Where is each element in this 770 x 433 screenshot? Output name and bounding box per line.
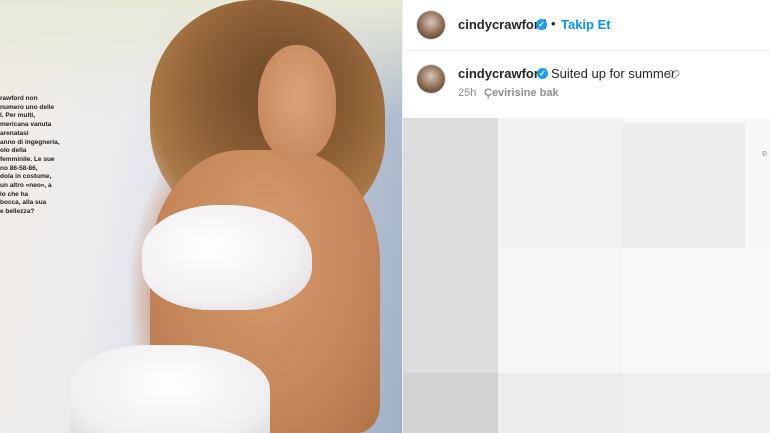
see-translation-link[interactable]: Çevirisine bak [484,87,559,99]
avatar[interactable] [417,11,445,39]
caption-time: 25h [458,87,477,99]
follow-button[interactable]: Takip Et [561,17,611,32]
post-header: cindycrawford ✓ • Takip Et [403,0,770,51]
photo-swimsuit-bottom [70,345,270,433]
like-comment-icon[interactable] [668,68,680,80]
caption-text: Suited up for summer [551,66,676,81]
caption-verified-badge-icon: ✓ [537,68,548,79]
magazine-text: rawford non numero uno delle l. Per mult… [0,95,60,216]
header-username[interactable]: cindycrawford [458,17,547,32]
caption-avatar[interactable] [417,65,445,93]
edge-text-fragment: e [762,148,768,158]
blurred-comments-area [403,118,770,433]
post-photo[interactable]: rawford non numero uno delle l. Per mult… [0,0,402,433]
separator-dot: • [551,16,556,31]
caption-username[interactable]: cindycrawford [458,66,547,81]
verified-badge-icon: ✓ [536,19,547,30]
photo-face [258,45,336,160]
photo-swimsuit-top [142,205,312,310]
